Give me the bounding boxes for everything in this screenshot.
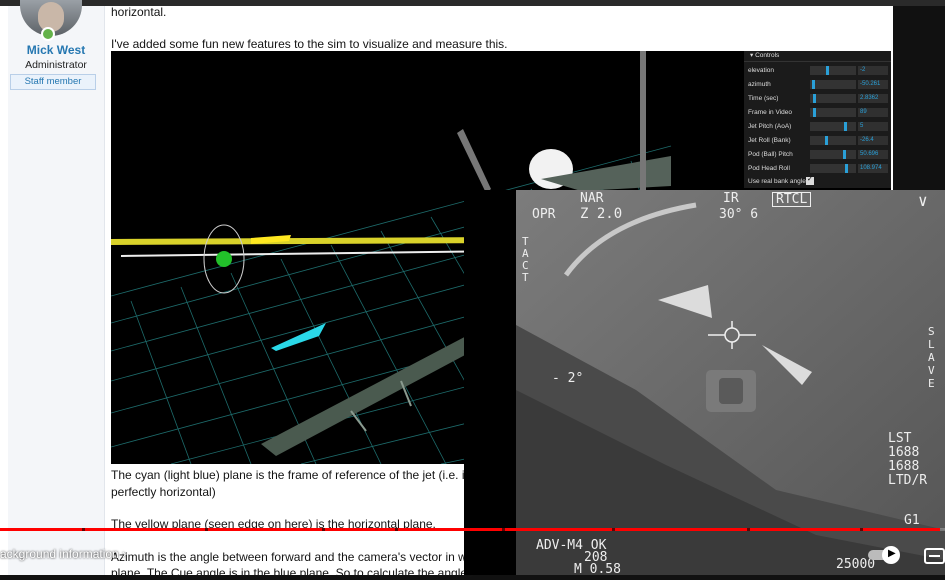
checkbox-label: Use real bank angle [748,178,806,185]
post-author-panel: Mick West Administrator Staff member [8,0,105,575]
control-row-real-bank: Use real bank angle ✓ [744,175,891,188]
hud-zoom: Z 2.0 [580,206,623,222]
hud-g1: G1 [904,513,920,528]
yellow-horizontal-plane [111,237,511,245]
control-value-field[interactable]: 108.974 [858,164,888,173]
slider-knob[interactable] [812,80,815,89]
play-icon: ▶ [888,548,896,559]
hud-elevation: - 2° [552,371,584,386]
control-row-frame: Frame in Video 89 [744,106,891,119]
post-text-intro: I've added some fun new features to the … [111,37,508,51]
slider-knob[interactable] [826,66,829,75]
control-value-field[interactable]: -50.261 [858,80,888,89]
checkmark-icon: ✓ [807,176,813,183]
control-value-field[interactable]: 50.696 [858,150,888,159]
post-text-bottom-2: plane. The Cue angle is in the blue plan… [111,566,474,580]
hud-heading: 30° 6 [719,207,759,222]
sim-controls-panel: ▾ Controls elevation -2 azimuth -50.261 … [744,51,891,188]
video-progress-fill[interactable] [0,528,940,531]
control-slider[interactable] [810,136,856,145]
vertical-stabilizer [640,51,646,201]
chapter-marker [82,528,85,531]
control-slider[interactable] [810,80,856,89]
control-slider[interactable] [810,66,856,75]
flir-video-overlay[interactable]: NAR Z 2.0 OPR IR 30° 6 RTCL ∨ TACT SLAVE… [464,190,945,575]
target-blob-core [719,378,743,404]
hud-mode-box: RTCL [772,192,812,207]
chapter-marker [860,528,863,531]
toggle-thumb: ▶ [882,546,900,564]
slider-knob[interactable] [844,122,847,131]
control-value-field[interactable]: 2.8362 [858,94,888,103]
hud-lst-1: 1688 [888,445,920,460]
control-slider[interactable] [810,94,856,103]
control-value-field[interactable]: -2 [858,66,888,75]
control-slider[interactable] [810,150,856,159]
hud-lst-2: 1688 [888,459,920,474]
post-text-line: horizontal. [111,5,167,19]
control-label: Pod (Ball) Pitch [748,151,793,158]
chevron-right-icon: › [122,547,127,561]
slider-knob[interactable] [813,108,816,117]
slider-knob[interactable] [845,164,848,173]
autoplay-toggle[interactable]: ▶ [868,546,904,564]
post-text-bottom-1: Azimuth is the angle between forward and… [111,550,474,564]
control-slider[interactable] [810,122,856,131]
online-status-icon [41,27,55,41]
post-text-cyan-1: The cyan (light blue) plane is the frame… [111,468,477,482]
hud-line3: M 0.58 [574,562,621,575]
control-slider[interactable] [810,108,856,117]
control-value-field[interactable]: 5 [858,122,888,131]
slider-knob[interactable] [813,94,816,103]
author-role: Administrator [25,59,87,71]
hud-lst: LST [888,431,912,446]
control-row-pod-head-roll: Pod Head Roll 108.974 [744,162,891,175]
staff-badge: Staff member [10,74,96,90]
chapter-marker [322,528,325,531]
hud-ir: IR [723,191,739,206]
control-row-azimuth: azimuth -50.261 [744,78,891,91]
hud-ltd: LTD/R [888,473,928,488]
control-slider[interactable] [810,164,856,173]
control-value-field[interactable]: -26.4 [858,136,888,145]
chapter-title-button[interactable]: ackground information › [0,547,126,561]
real-bank-angle-checkbox[interactable]: ✓ [806,176,814,185]
author-name-link[interactable]: Mick West [8,43,104,57]
control-row-jet-roll: Jet Roll (Bank) -26.4 [744,134,891,147]
cyan-jet-plane [271,323,326,351]
control-row-time: Time (sec) 2.8362 [744,92,891,105]
control-label: azimuth [748,81,771,88]
control-label: elevation [748,67,775,74]
controls-header[interactable]: ▾ Controls [744,51,891,62]
hud-down-chevron-icon: ∨ [918,191,928,210]
subtitles-icon[interactable] [924,548,945,564]
control-label: Frame in Video [748,109,792,116]
chapter-title-text: ackground information [0,547,119,561]
chapter-marker [747,528,750,531]
chapter-marker [205,528,208,531]
slider-knob[interactable] [825,136,828,145]
control-label: Pod Head Roll [748,165,790,172]
control-row-pod-pitch: Pod (Ball) Pitch 50.696 [744,148,891,161]
pod-ball [216,251,232,267]
hud-nar: NAR [580,191,604,206]
control-label: Jet Pitch (AoA) [748,123,792,130]
jet-tail [457,129,491,193]
chapter-marker [502,528,505,531]
hud-opr: OPR [532,207,556,222]
control-row-jet-pitch: Jet Pitch (AoA) 5 [744,120,891,133]
chapter-marker [612,528,615,531]
hud-slave: SLAVE [928,325,935,390]
control-label: Time (sec) [748,95,779,102]
slider-knob[interactable] [843,150,846,159]
hud-tact: TACT [522,235,529,284]
control-row-elevation: elevation -2 [744,64,891,77]
control-value-field[interactable]: 89 [858,108,888,117]
control-label: Jet Roll (Bank) [748,137,791,144]
post-text-cyan-2: perfectly horizontal) [111,485,216,499]
subtitles-line [929,555,940,557]
chapter-marker [395,528,398,531]
flir-display: NAR Z 2.0 OPR IR 30° 6 RTCL ∨ TACT SLAVE… [516,190,945,575]
controls-title: Controls [755,52,780,59]
